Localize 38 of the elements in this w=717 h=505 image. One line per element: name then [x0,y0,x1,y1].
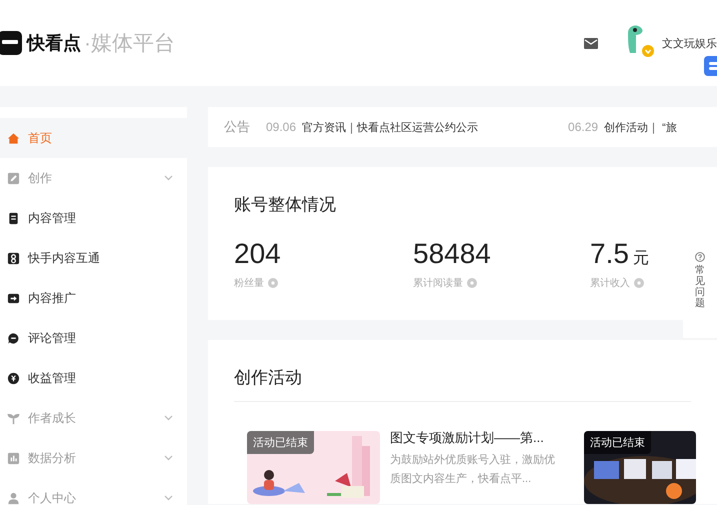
notice-date: 09.06 [266,120,296,134]
sidebar-item[interactable]: 收益管理 [0,358,187,398]
chevron-down-icon [164,455,173,461]
activity-title[interactable]: 图文专项激励计划——第... [390,429,558,447]
notice-link[interactable]: 官方资讯｜快看点社区运营公约公示 [302,120,478,134]
status-badge: 活动已结束 [584,431,651,454]
notice-date: 06.29 [568,120,598,134]
brand-name: 快看点 [27,32,81,55]
chevron-down-icon [164,415,173,421]
stat-label: 粉丝量 [234,276,264,290]
platform-name: ·媒体平台 [84,31,175,57]
stat-label: 累计阅读量 [413,276,463,290]
home-icon [7,132,20,144]
sprout-icon [7,412,20,424]
coin-icon [7,372,20,384]
activity-description: 为鼓励站外优质账号入驻，激励优质图文内容生产，快看点平... [390,452,556,487]
chevron-down-icon [164,175,173,181]
chart-icon [7,452,20,464]
status-badge: 活动已结束 [247,431,314,454]
sidebar-item[interactable]: 评论管理 [0,318,187,358]
stat-value: 7.5 元 [590,238,650,270]
stat-value: 204 [234,238,281,270]
user-name[interactable]: 文文玩娱乐 [662,36,717,50]
user-icon [7,492,20,504]
notice-label: 公告 [224,118,250,136]
chevron-down-icon [164,495,173,501]
chat-icon [7,332,20,344]
section-title: 账号整体情况 [234,194,337,216]
sidebar-item[interactable]: 快手内容互通 [0,238,187,278]
section-title: 创作活动 [234,367,303,389]
notice-link[interactable]: 创作活动｜ “旅 [604,120,677,134]
mail-icon[interactable] [584,38,598,48]
edit-icon [7,172,20,184]
stat-value: 58484 [413,238,491,270]
doc-icon [7,212,20,224]
sidebar-item[interactable]: 内容推广 [0,278,187,318]
stat-label: 累计收入 [590,276,630,290]
sidebar-item[interactable]: 内容管理 [0,198,187,238]
